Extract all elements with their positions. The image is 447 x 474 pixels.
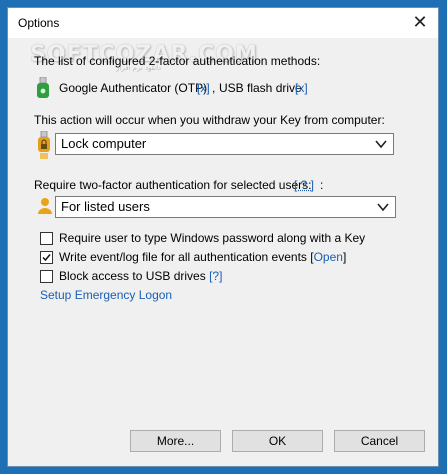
write-log-text: Write event/log file for all authenticat… bbox=[59, 250, 314, 264]
chevron-down-icon bbox=[375, 140, 387, 149]
action-select[interactable]: Lock computer bbox=[55, 133, 394, 155]
methods-heading: The list of configured 2-factor authenti… bbox=[34, 54, 321, 68]
open-log-link[interactable]: Open bbox=[314, 250, 343, 264]
users-help-link[interactable]: [ ? ] bbox=[294, 178, 314, 192]
require-password-checkbox[interactable] bbox=[40, 232, 53, 245]
ok-button[interactable]: OK bbox=[232, 430, 323, 452]
checkmark-icon bbox=[42, 254, 51, 262]
usb-key-green-icon bbox=[36, 76, 50, 102]
window-title: Options bbox=[18, 16, 60, 30]
options-dialog: Options ✕ SOFTCOZAR.COM دانلود نرم افزار… bbox=[7, 7, 439, 467]
setup-emergency-logon-link[interactable]: Setup Emergency Logon bbox=[40, 288, 172, 302]
block-usb-text: Block access to USB drives bbox=[59, 269, 206, 283]
remove-method-otp-link[interactable]: [x] bbox=[197, 81, 210, 95]
users-label: Require two-factor authentication for se… bbox=[34, 178, 312, 192]
title-bar: Options ✕ bbox=[8, 8, 438, 38]
user-icon bbox=[37, 197, 53, 218]
write-log-checkbox[interactable] bbox=[40, 251, 53, 264]
users-select[interactable]: For listed users bbox=[55, 196, 396, 218]
block-usb-checkbox[interactable] bbox=[40, 270, 53, 283]
more-button[interactable]: More... bbox=[130, 430, 221, 452]
require-password-label: Require user to type Windows password al… bbox=[59, 231, 366, 245]
chevron-down-icon bbox=[377, 203, 389, 212]
method-separator: , bbox=[212, 81, 216, 95]
cancel-button[interactable]: Cancel bbox=[334, 430, 425, 452]
action-selected-value: Lock computer bbox=[61, 136, 147, 151]
remove-method-usb-link[interactable]: [x] bbox=[295, 81, 308, 95]
usb-key-lock-icon bbox=[37, 130, 51, 164]
block-usb-label: Block access to USB drives [?] bbox=[59, 269, 222, 283]
method-usb-flash-drive: USB flash drive bbox=[219, 81, 302, 95]
write-log-label: Write event/log file for all authenticat… bbox=[59, 250, 346, 264]
write-log-text-end: ] bbox=[342, 250, 347, 264]
users-selected-value: For listed users bbox=[61, 199, 150, 214]
method-google-otp: Google Authenticator (OTP) bbox=[59, 81, 208, 95]
close-icon[interactable]: ✕ bbox=[410, 12, 430, 32]
users-label-colon: : bbox=[320, 178, 324, 192]
block-usb-help-link[interactable]: [?] bbox=[209, 269, 222, 283]
action-label: This action will occur when you withdraw… bbox=[34, 113, 385, 127]
